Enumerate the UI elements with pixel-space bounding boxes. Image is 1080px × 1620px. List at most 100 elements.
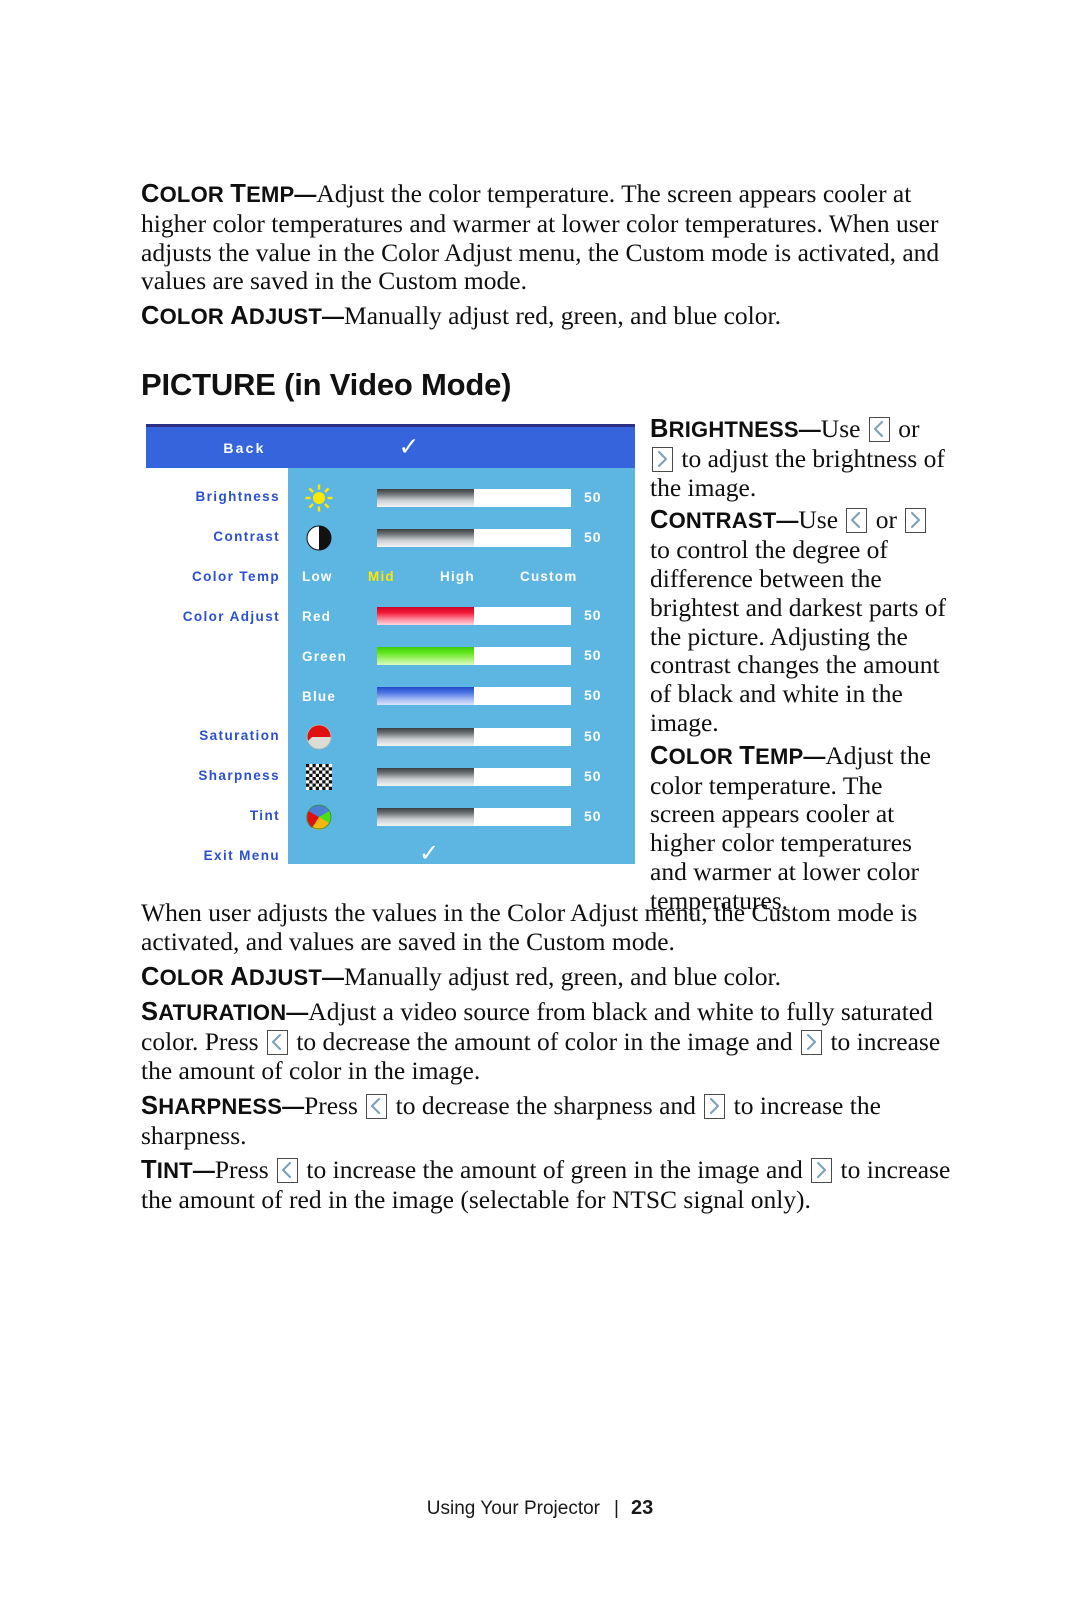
color-wheel-icon	[304, 802, 334, 832]
em-dash: —	[192, 1158, 215, 1184]
left-arrow-key-icon	[846, 508, 868, 534]
paragraph-brightness: BRIGHTNESS—Use or to adjust the brightne…	[650, 414, 948, 502]
term-color-adjust: COLOR ADJUST	[141, 302, 323, 331]
osd-slider-green[interactable]	[377, 647, 571, 665]
paragraph-lower-color-adjust: COLOR ADJUST—Manually adjust red, green,…	[141, 961, 951, 993]
osd-slider-contrast[interactable]	[377, 529, 571, 547]
osd-label-color-temp[interactable]: Color Temp	[146, 569, 280, 584]
osd-slider-sharpness[interactable]	[377, 768, 571, 786]
term-color-temp: COLOR TEMP	[650, 741, 804, 770]
right-arrow-key-icon	[801, 1030, 823, 1056]
osd-value-sharpness: 50	[584, 768, 602, 784]
document-page: COLOR TEMP—Adjust the color temperature.…	[0, 0, 1080, 1620]
left-arrow-key-icon	[366, 1093, 388, 1119]
osd-channel-label-red: Red	[302, 609, 332, 624]
osd-back-button[interactable]: Back	[146, 440, 343, 456]
text-post: to control the degree of difference betw…	[650, 535, 947, 737]
term-contrast: CONTRAST	[650, 506, 777, 535]
sun-icon	[304, 483, 334, 513]
side-text-column: BRIGHTNESS—Use or to adjust the brightne…	[650, 414, 948, 920]
osd-slider-blue[interactable]	[377, 687, 571, 705]
slider-fill	[377, 768, 474, 786]
osd-label-column: Brightness Contrast Color Temp Color Adj…	[146, 468, 288, 864]
text-post: to adjust the brightness of the image.	[650, 443, 945, 502]
slider-fill	[377, 647, 474, 665]
osd-label-tint[interactable]: Tint	[146, 808, 280, 823]
osd-control-column: 50 50 Low Mid High Custom Red 50 Green 5…	[288, 468, 635, 866]
osd-color-temp-option-custom[interactable]: Custom	[520, 569, 577, 584]
right-arrow-key-icon	[704, 1093, 726, 1119]
osd-channel-label-green: Green	[302, 649, 348, 664]
osd-label-brightness[interactable]: Brightness	[146, 489, 280, 504]
term-brightness: BRIGHTNESS	[650, 415, 799, 443]
osd-color-temp-option-low[interactable]: Low	[302, 569, 333, 584]
paragraph-tint: TINT—Press to increase the amount of gre…	[141, 1155, 951, 1215]
intro-section: COLOR TEMP—Adjust the color temperature.…	[141, 179, 947, 338]
text-mid: or	[869, 505, 904, 535]
paragraph-color-adjust-text: Manually adjust red, green, and blue col…	[344, 301, 781, 331]
paragraph-color-adjust: COLOR ADJUST—Manually adjust red, green,…	[141, 301, 947, 332]
em-dash: —	[776, 508, 799, 534]
check-icon[interactable]: ✓	[414, 842, 444, 866]
osd-label-color-adjust[interactable]: Color Adjust	[146, 609, 280, 624]
page-title: PICTURE (in Video Mode)	[141, 367, 512, 402]
em-dash: —	[803, 743, 826, 769]
osd-slider-saturation[interactable]	[377, 728, 571, 746]
em-dash: —	[286, 1000, 309, 1026]
text-mid: to decrease the sharpness and	[389, 1090, 703, 1120]
footer-chapter: Using Your Projector	[426, 1498, 601, 1519]
osd-channel-label-blue: Blue	[302, 689, 337, 704]
term-saturation: SATURATION	[141, 998, 287, 1027]
term-color-temp: COLOR TEMP	[141, 180, 295, 208]
slider-fill	[377, 687, 474, 705]
osd-color-temp-option-mid[interactable]: Mid	[368, 569, 395, 584]
contrast-circle-icon	[304, 523, 334, 553]
osd-color-temp-option-high[interactable]: High	[440, 569, 475, 584]
osd-value-brightness: 50	[584, 489, 602, 505]
slider-fill	[377, 607, 474, 625]
osd-value-tint: 50	[584, 808, 602, 824]
osd-label-sharpness[interactable]: Sharpness	[146, 768, 280, 783]
em-dash: —	[282, 1093, 305, 1119]
right-arrow-key-icon	[652, 446, 673, 472]
right-arrow-key-icon	[811, 1158, 833, 1184]
osd-slider-red[interactable]	[377, 607, 571, 625]
check-icon[interactable]: ✓	[394, 435, 424, 461]
osd-value-green: 50	[584, 647, 602, 663]
em-dash: —	[798, 417, 821, 442]
left-arrow-key-icon	[266, 1030, 288, 1056]
paragraph-side-color-temp: COLOR TEMP—Adjust the color temperature.…	[650, 741, 948, 916]
slider-fill	[377, 728, 474, 746]
checkerboard-icon	[304, 762, 334, 792]
text-pre: Use	[820, 414, 867, 443]
text-mid: or	[891, 414, 920, 443]
slider-fill	[377, 529, 474, 547]
left-arrow-key-icon	[868, 417, 890, 442]
em-dash: —	[322, 304, 345, 330]
em-dash: —	[294, 182, 317, 207]
lower-text-section: When user adjusts the values in the Colo…	[141, 898, 951, 1221]
text-pre: Use	[798, 505, 845, 535]
osd-label-contrast[interactable]: Contrast	[146, 529, 280, 544]
osd-label-saturation[interactable]: Saturation	[146, 728, 280, 743]
paragraph-color-temp: COLOR TEMP—Adjust the color temperature.…	[141, 179, 947, 296]
osd-value-contrast: 50	[584, 529, 602, 545]
em-dash: —	[322, 964, 345, 990]
osd-header: Back ✓	[146, 424, 635, 468]
page-footer: Using Your Projector | 23	[0, 1497, 1080, 1520]
text-body: Manually adjust red, green, and blue col…	[344, 961, 781, 991]
paragraph-saturation: SATURATION—Adjust a video source from bl…	[141, 998, 951, 1085]
text-mid: to decrease the amount of color in the i…	[289, 1027, 800, 1057]
term-tint: TINT	[141, 1156, 193, 1185]
osd-slider-brightness[interactable]	[377, 489, 571, 507]
paragraph-contrast: CONTRAST—Use or to control the degree of…	[650, 505, 948, 737]
text-mid: to increase the amount of green in the i…	[300, 1155, 810, 1185]
osd-label-exit-menu[interactable]: Exit Menu	[146, 848, 280, 863]
osd-value-saturation: 50	[584, 728, 602, 744]
text-pre: Press	[214, 1155, 276, 1185]
osd-slider-tint[interactable]	[377, 808, 571, 826]
osd-menu-screenshot: Back ✓ Brightness Contrast Color Temp Co…	[146, 424, 635, 866]
osd-value-red: 50	[584, 607, 602, 623]
saturation-circle-icon	[304, 722, 334, 752]
text-pre: Press	[304, 1090, 365, 1120]
